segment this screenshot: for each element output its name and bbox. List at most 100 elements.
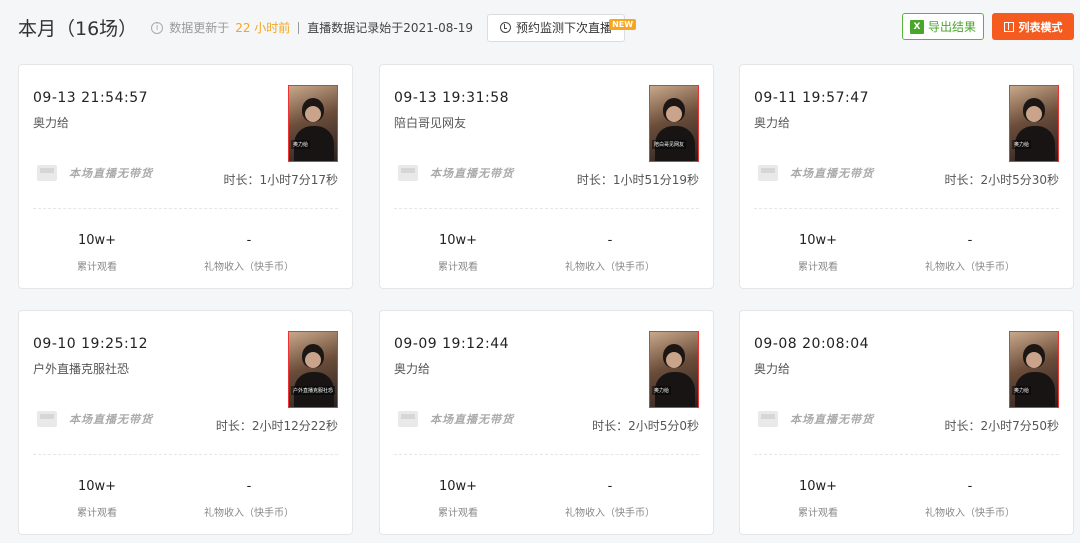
session-duration: 时长：1小时7分17秒 bbox=[223, 173, 338, 187]
divider bbox=[394, 208, 699, 209]
total-viewers-label: 累计观看 bbox=[798, 262, 838, 273]
list-mode-button[interactable]: 列表模式 bbox=[992, 13, 1074, 40]
excel-icon: X bbox=[909, 19, 924, 34]
export-label: 导出结果 bbox=[927, 20, 976, 34]
schedule-monitor-label: 预约监测下次直播 bbox=[516, 21, 613, 35]
session-duration: 时长：2小时5分30秒 bbox=[944, 173, 1059, 187]
session-title: 奥力给 bbox=[754, 362, 791, 376]
thumbnail-caption: 奥力给 bbox=[291, 140, 311, 149]
new-badge: NEW bbox=[609, 18, 637, 30]
no-goods-indicator: 本场直播无带货 bbox=[398, 165, 514, 181]
gift-income-value: - bbox=[967, 233, 973, 248]
session-duration: 时长：2小时12分22秒 bbox=[215, 419, 338, 433]
no-goods-label: 本场直播无带货 bbox=[69, 413, 153, 426]
total-viewers-label: 累计观看 bbox=[77, 262, 117, 273]
box-icon bbox=[398, 411, 418, 427]
session-thumbnail[interactable]: 奥力给 bbox=[288, 85, 338, 162]
no-goods-label: 本场直播无带货 bbox=[790, 167, 874, 180]
record-start-text: 直播数据记录始于2021-08-19 bbox=[307, 21, 474, 35]
no-goods-indicator: 本场直播无带货 bbox=[37, 165, 153, 181]
box-icon bbox=[37, 165, 57, 181]
live-session-card[interactable]: 09-09 19:12:44 奥力给 奥力给 本场直播无带货 时长：2小时5分0… bbox=[379, 310, 714, 535]
session-thumbnail[interactable]: 奥力给 bbox=[649, 331, 699, 408]
gift-income-value: - bbox=[607, 233, 613, 248]
page-header: 本月（16场） i 数据更新于 22 小时前 直播数据记录始于2021-08-1… bbox=[0, 0, 1080, 55]
box-icon bbox=[758, 165, 778, 181]
session-duration: 时长：1小时51分19秒 bbox=[576, 173, 699, 187]
no-goods-indicator: 本场直播无带货 bbox=[758, 411, 874, 427]
session-thumbnail[interactable]: 奥力给 bbox=[1009, 331, 1059, 408]
live-session-card[interactable]: 09-13 19:31:58 陪白哥见网友 陪白哥见网友 本场直播无带货 时长：… bbox=[379, 64, 714, 289]
box-icon bbox=[37, 411, 57, 427]
session-start-time: 09-09 19:12:44 bbox=[394, 336, 510, 352]
box-icon bbox=[758, 411, 778, 427]
box-icon bbox=[398, 165, 418, 181]
gift-income-label: 礼物收入（快手币） bbox=[204, 508, 294, 519]
session-thumbnail[interactable]: 奥力给 bbox=[1009, 85, 1059, 162]
live-session-card[interactable]: 09-10 19:25:12 户外直播克服社恐 户外直播克服社恐 本场直播无带货… bbox=[18, 310, 353, 535]
total-viewers-value: 10w+ bbox=[77, 233, 117, 248]
alarm-clock-icon bbox=[500, 22, 512, 33]
session-start-time: 09-13 19:31:58 bbox=[394, 90, 510, 106]
gift-income-label: 礼物收入（快手币） bbox=[204, 262, 294, 273]
total-viewers-value: 10w+ bbox=[798, 479, 838, 494]
thumbnail-caption: 奥力给 bbox=[652, 386, 672, 395]
page-title: 本月（16场） bbox=[18, 18, 138, 40]
thumbnail-caption: 陪白哥见网友 bbox=[652, 140, 687, 149]
no-goods-indicator: 本场直播无带货 bbox=[37, 411, 153, 427]
no-goods-label: 本场直播无带货 bbox=[430, 167, 514, 180]
live-session-card[interactable]: 09-11 19:57:47 奥力给 奥力给 本场直播无带货 时长：2小时5分3… bbox=[739, 64, 1074, 289]
live-session-card[interactable]: 09-08 20:08:04 奥力给 奥力给 本场直播无带货 时长：2小时7分5… bbox=[739, 310, 1074, 535]
total-viewers-value: 10w+ bbox=[438, 233, 478, 248]
total-viewers-label: 累计观看 bbox=[438, 508, 478, 519]
update-text: 数据更新于 bbox=[169, 21, 230, 35]
no-goods-label: 本场直播无带货 bbox=[430, 413, 514, 426]
thumbnail-caption: 奥力给 bbox=[1012, 386, 1032, 395]
total-viewers-value: 10w+ bbox=[798, 233, 838, 248]
session-duration: 时长：2小时5分0秒 bbox=[592, 419, 699, 433]
divider bbox=[33, 208, 338, 209]
no-goods-indicator: 本场直播无带货 bbox=[758, 165, 874, 181]
live-session-card[interactable]: 09-13 21:54:57 奥力给 奥力给 本场直播无带货 时长：1小时7分1… bbox=[18, 64, 353, 289]
export-button[interactable]: X 导出结果 bbox=[902, 13, 984, 40]
session-start-time: 09-10 19:25:12 bbox=[33, 336, 149, 352]
session-start-time: 09-11 19:57:47 bbox=[754, 90, 870, 106]
total-viewers-value: 10w+ bbox=[77, 479, 117, 494]
divider bbox=[394, 454, 699, 455]
total-viewers-label: 累计观看 bbox=[77, 508, 117, 519]
gift-income-label: 礼物收入（快手币） bbox=[565, 262, 655, 273]
gift-income-label: 礼物收入（快手币） bbox=[925, 508, 1015, 519]
gift-income-value: - bbox=[246, 479, 252, 494]
total-viewers-label: 累计观看 bbox=[798, 508, 838, 519]
list-mode-label: 列表模式 bbox=[1018, 20, 1063, 34]
divider bbox=[754, 208, 1059, 209]
session-title: 陪白哥见网友 bbox=[394, 116, 467, 130]
divider bbox=[33, 454, 338, 455]
gift-income-value: - bbox=[967, 479, 973, 494]
session-start-time: 09-13 21:54:57 bbox=[33, 90, 149, 106]
info-icon[interactable]: i bbox=[151, 21, 164, 34]
gift-income-value: - bbox=[607, 479, 613, 494]
schedule-monitor-button[interactable]: 预约监测下次直播 NEW bbox=[487, 13, 637, 42]
session-thumbnail[interactable]: 陪白哥见网友 bbox=[649, 85, 699, 162]
no-goods-label: 本场直播无带货 bbox=[69, 167, 153, 180]
thumbnail-caption: 奥力给 bbox=[1012, 140, 1032, 149]
session-start-time: 09-08 20:08:04 bbox=[754, 336, 870, 352]
update-time-value: 22 小时前 bbox=[235, 21, 291, 35]
gift-income-value: - bbox=[246, 233, 252, 248]
no-goods-indicator: 本场直播无带货 bbox=[398, 411, 514, 427]
session-title: 奥力给 bbox=[33, 116, 70, 130]
separator bbox=[298, 21, 300, 34]
session-thumbnail[interactable]: 户外直播克服社恐 bbox=[288, 331, 338, 408]
session-title: 户外直播克服社恐 bbox=[33, 362, 130, 376]
gift-income-label: 礼物收入（快手币） bbox=[925, 262, 1015, 273]
session-duration: 时长：2小时7分50秒 bbox=[944, 419, 1059, 433]
thumbnail-caption: 户外直播克服社恐 bbox=[291, 386, 336, 395]
no-goods-label: 本场直播无带货 bbox=[790, 413, 874, 426]
list-mode-icon bbox=[1003, 21, 1014, 32]
total-viewers-value: 10w+ bbox=[438, 479, 478, 494]
session-title: 奥力给 bbox=[754, 116, 791, 130]
total-viewers-label: 累计观看 bbox=[438, 262, 478, 273]
gift-income-label: 礼物收入（快手币） bbox=[565, 508, 655, 519]
divider bbox=[754, 454, 1059, 455]
